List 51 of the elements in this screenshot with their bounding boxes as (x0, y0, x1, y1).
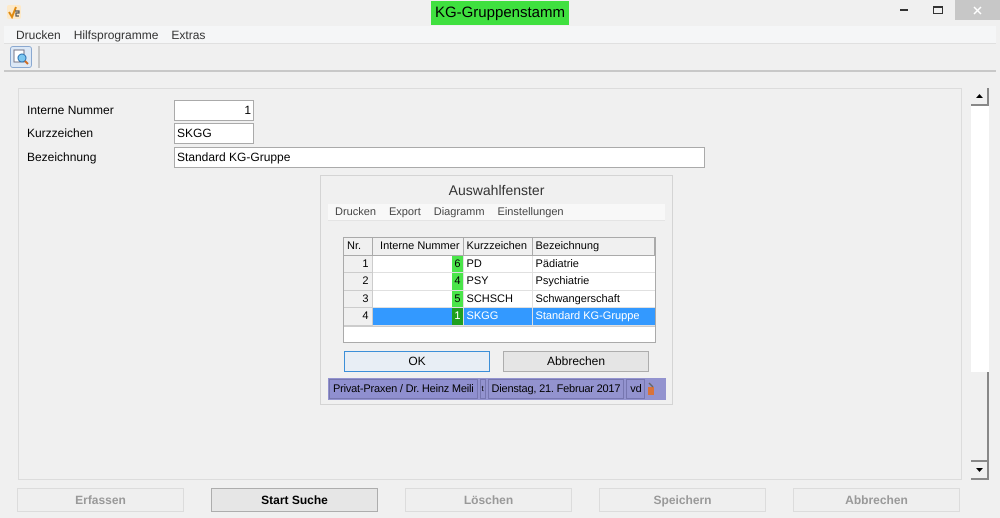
ok-button[interactable]: OK (344, 350, 490, 372)
menu-item[interactable]: Einstellungen (498, 204, 564, 220)
scrollbar-thumb[interactable] (971, 372, 989, 462)
menu-item[interactable]: Hilfsprogramme (74, 26, 158, 44)
magnifier-icon (13, 49, 29, 65)
table-cell[interactable]: Schwangerschaft (532, 290, 654, 308)
table-cell[interactable]: Pädiatrie (532, 255, 654, 272)
status-initials: vd (626, 379, 646, 399)
table-cell[interactable]: SCHSCH (463, 290, 532, 308)
minimize-icon (900, 9, 908, 11)
column-header[interactable]: Interne Nummer (372, 238, 463, 255)
status-date: Dienstag, 21. Februar 2017 (488, 379, 624, 399)
row-number: 1 (344, 255, 372, 272)
up-arrow-icon (976, 94, 982, 98)
column-header[interactable]: Nr. (344, 238, 372, 255)
print-preview-button[interactable] (10, 46, 32, 68)
field-label: Kurzzeichen (27, 125, 94, 142)
row-number: 2 (344, 272, 372, 290)
input-field[interactable]: SKGG (174, 122, 254, 144)
down-arrow-icon (976, 468, 982, 472)
column-header[interactable]: Kurzzeichen (463, 238, 532, 255)
menu-item[interactable]: Export (388, 204, 421, 220)
cancel-button[interactable]: Abbrechen (503, 350, 649, 372)
field-label: Bezeichnung (27, 149, 98, 166)
table-cell: 6 (452, 256, 462, 272)
status-marker: t (480, 379, 486, 399)
menu-item[interactable]: Extras (171, 26, 206, 44)
dialog-title: Auswahlfenster (448, 180, 544, 200)
close-icon (973, 6, 982, 14)
maximize-icon (933, 6, 943, 14)
app-icon (7, 5, 21, 19)
table-cell: 1 (452, 308, 462, 324)
table-cell[interactable]: Psychiatrie (532, 272, 654, 290)
table-cell: 5 (452, 290, 462, 307)
row-number: 3 (344, 290, 372, 308)
scroll-down-button[interactable] (971, 462, 989, 480)
table-cell[interactable]: PSY (463, 272, 532, 290)
menu-item[interactable]: Diagramm (434, 204, 484, 220)
field-label: Interne Nummer (27, 102, 115, 119)
row-number: 4 (344, 308, 372, 325)
action-button[interactable]: Start Suche (211, 488, 378, 512)
input-field[interactable]: 1 (174, 100, 254, 120)
table-cell[interactable]: PD (463, 255, 532, 272)
menu-item[interactable]: Drucken (16, 26, 61, 44)
menu-item[interactable]: Drucken (335, 204, 376, 220)
window-title: KG-Gruppenstamm (430, 0, 570, 26)
column-header[interactable]: Bezeichnung (532, 238, 654, 255)
table-cell: 4 (452, 273, 462, 290)
input-field[interactable]: Standard KG-Gruppe (174, 146, 705, 168)
tool-icon (647, 382, 656, 396)
status-user: Privat-Praxen / Dr. Heinz Meili (329, 379, 478, 399)
